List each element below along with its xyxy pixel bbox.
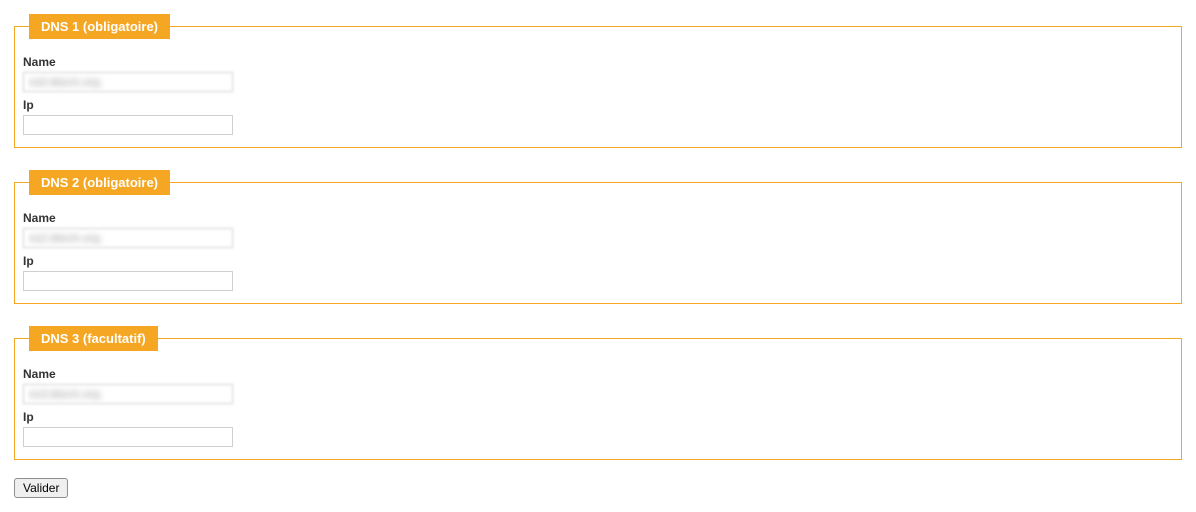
dns-2-fieldset: DNS 2 (obligatoire) Name Ip: [14, 170, 1182, 304]
dns-1-ip-label: Ip: [23, 98, 1173, 112]
dns-2-ip-input[interactable]: [23, 271, 233, 291]
dns-2-name-input[interactable]: [23, 228, 233, 248]
dns-3-fieldset: DNS 3 (facultatif) Name Ip: [14, 326, 1182, 460]
dns-1-name-input[interactable]: [23, 72, 233, 92]
dns-2-name-label: Name: [23, 211, 1173, 225]
submit-row: Valider: [14, 478, 1182, 498]
dns-1-legend: DNS 1 (obligatoire): [29, 14, 170, 39]
dns-2-legend: DNS 2 (obligatoire): [29, 170, 170, 195]
dns-3-ip-input[interactable]: [23, 427, 233, 447]
validate-button[interactable]: Valider: [14, 478, 68, 498]
dns-3-name-label: Name: [23, 367, 1173, 381]
dns-1-fieldset: DNS 1 (obligatoire) Name Ip: [14, 14, 1182, 148]
dns-3-ip-label: Ip: [23, 410, 1173, 424]
dns-2-ip-label: Ip: [23, 254, 1173, 268]
dns-1-name-label: Name: [23, 55, 1173, 69]
dns-1-ip-input[interactable]: [23, 115, 233, 135]
dns-3-legend: DNS 3 (facultatif): [29, 326, 158, 351]
dns-3-name-input[interactable]: [23, 384, 233, 404]
